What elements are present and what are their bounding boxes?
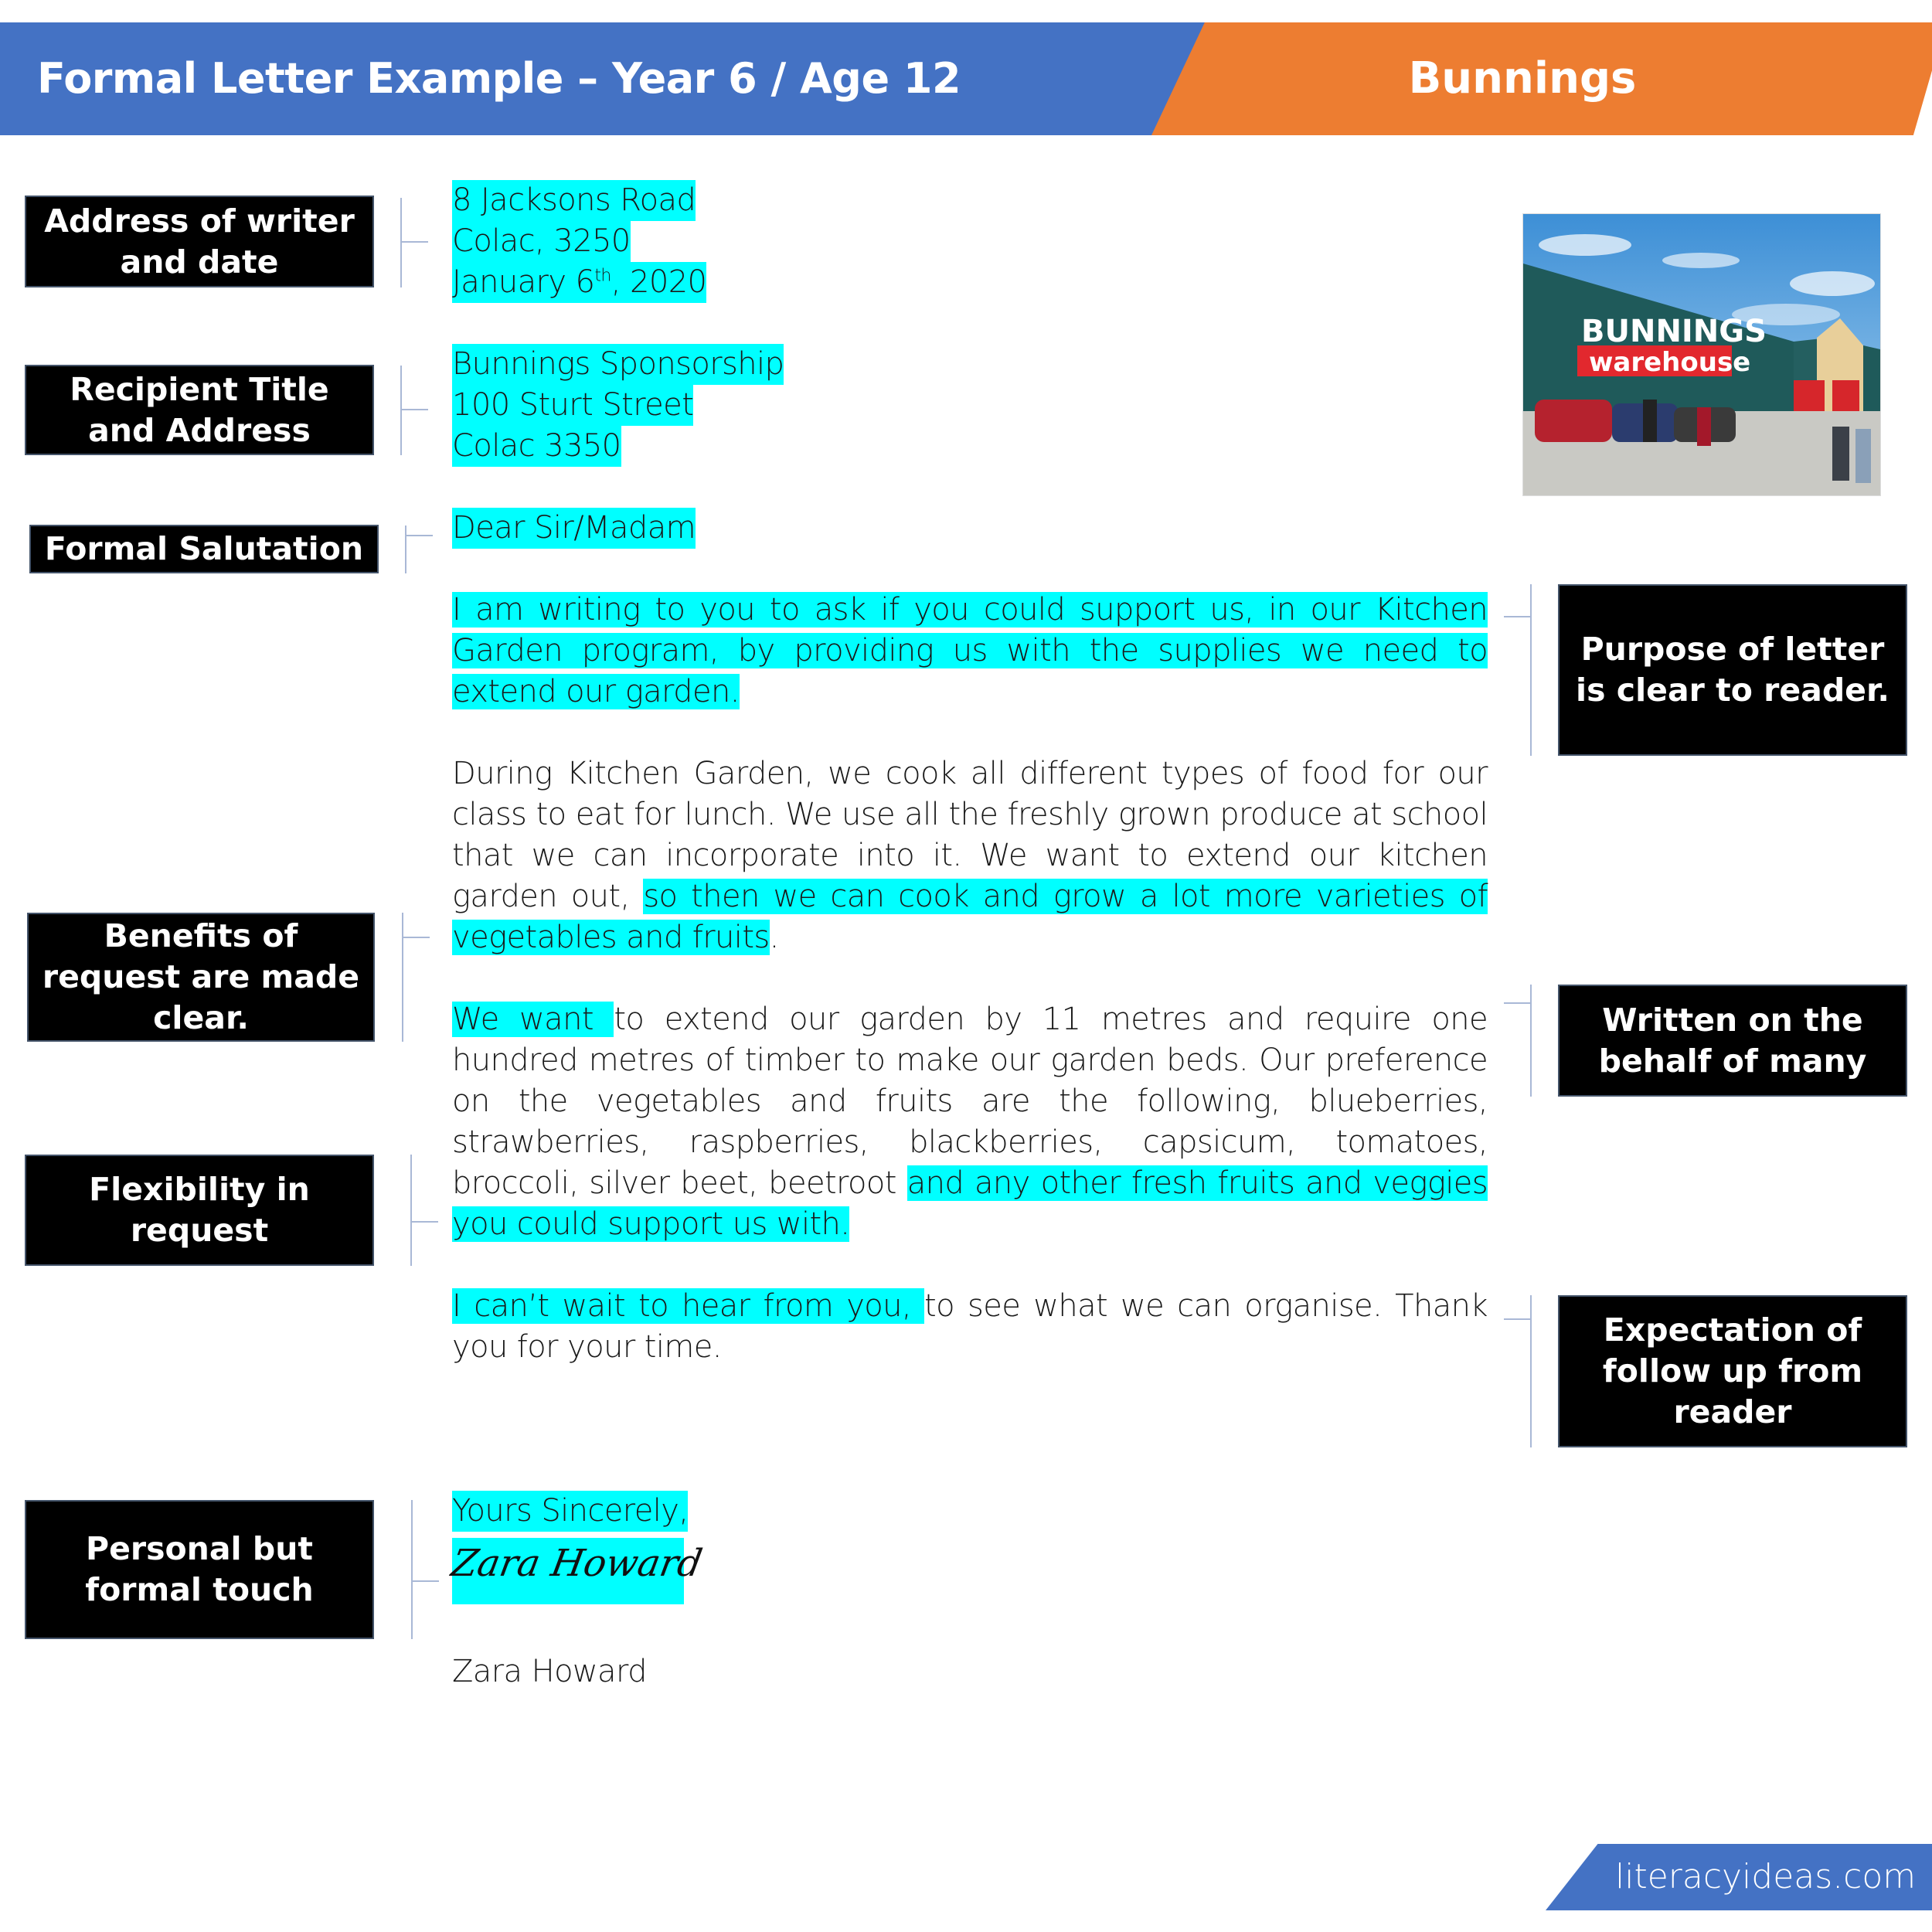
salutation-block: Dear Sir/Madam xyxy=(452,508,1488,549)
closing: Yours Sincerely, xyxy=(452,1491,689,1532)
salutation: Dear Sir/Madam xyxy=(452,508,696,549)
writer-address: 8 Jacksons Road Colac, 3250 January 6th,… xyxy=(452,180,1488,303)
bracket-follow-up xyxy=(1499,1295,1532,1447)
page-title: Formal Letter Example – Year 6 / Age 12 xyxy=(37,54,961,103)
annotation-follow-up: Expectation of follow up from reader xyxy=(1558,1295,1907,1447)
bunnings-store-photo: BUNNINGS warehouse xyxy=(1522,213,1881,496)
person xyxy=(1832,427,1849,481)
date-year: , 2020 xyxy=(611,264,707,300)
paragraph-1-text: I am writing to you to ask if you could … xyxy=(452,592,1488,709)
cloud xyxy=(1790,271,1875,296)
recipient-line-1: Bunnings Sponsorship xyxy=(452,344,784,385)
recipient-line-2: 100 Sturt Street xyxy=(452,385,694,426)
date-day: January 6 xyxy=(452,264,595,300)
person xyxy=(1697,407,1711,446)
paragraph-follow-up: I can’t wait to hear from you, to see wh… xyxy=(452,1286,1488,1368)
bracket-address xyxy=(400,198,428,287)
bracket-personal-touch xyxy=(411,1500,439,1639)
cloud xyxy=(1662,253,1740,268)
bracket-on-behalf xyxy=(1499,985,1532,1097)
bracket-purpose xyxy=(1499,584,1532,756)
annotation-recipient: Recipient Title and Address xyxy=(25,365,374,455)
annotation-salutation: Formal Salutation xyxy=(29,525,379,573)
sign-warehouse-text: warehouse xyxy=(1589,347,1750,378)
letter-date: January 6th, 2020 xyxy=(452,262,707,303)
paragraph-request: We want to extend our garden by 11 metre… xyxy=(452,999,1488,1245)
paragraph-2-end: . xyxy=(769,920,780,955)
closing-block: Yours Sincerely, xyxy=(452,1491,1488,1532)
topic-title: Bunnings xyxy=(1408,53,1637,104)
footer-site-link[interactable]: literacyideas.com xyxy=(1615,1844,1924,1910)
printed-name: Zara Howard xyxy=(452,1654,648,1689)
bracket-recipient xyxy=(400,366,428,455)
bracket-salutation xyxy=(405,526,433,573)
signature: Zara Howard xyxy=(448,1542,706,1585)
annotation-purpose: Purpose of letter is clear to reader. xyxy=(1558,584,1907,756)
cloud xyxy=(1539,234,1631,256)
entrance-door xyxy=(1794,380,1825,411)
date-suffix: th xyxy=(594,266,611,286)
entrance-door xyxy=(1832,380,1859,411)
store-illustration: BUNNINGS warehouse xyxy=(1523,214,1880,495)
paragraph-3-highlight-start: We want xyxy=(452,1002,614,1037)
sign-bunnings-text: BUNNINGS xyxy=(1581,314,1767,349)
annotation-on-behalf: Written on the behalf of many xyxy=(1558,985,1907,1097)
writer-address-line-1: 8 Jacksons Road xyxy=(452,180,696,221)
annotation-flexibility: Flexibility in request xyxy=(25,1155,374,1266)
bracket-benefits xyxy=(402,913,430,1042)
paragraph-purpose: I am writing to you to ask if you could … xyxy=(452,590,1488,713)
annotation-benefits: Benefits of request are made clear. xyxy=(27,913,375,1042)
writer-address-line-2: Colac, 3250 xyxy=(452,221,631,262)
person xyxy=(1855,429,1871,483)
recipient-line-3: Colac 3350 xyxy=(452,426,621,467)
person xyxy=(1643,400,1657,442)
paragraph-4-highlight: I can’t wait to hear from you, xyxy=(452,1288,924,1324)
warehouse-wall-side xyxy=(1863,345,1880,411)
annotation-personal-touch: Personal but formal touch xyxy=(25,1500,374,1639)
red-car xyxy=(1535,400,1612,442)
bracket-flexibility xyxy=(410,1155,438,1266)
annotation-address-of-writer: Address of writer and date xyxy=(25,196,374,287)
recipient-address: Bunnings Sponsorship 100 Sturt Street Co… xyxy=(452,344,1488,467)
paragraph-benefits: During Kitchen Garden, we cook all diffe… xyxy=(452,753,1488,958)
